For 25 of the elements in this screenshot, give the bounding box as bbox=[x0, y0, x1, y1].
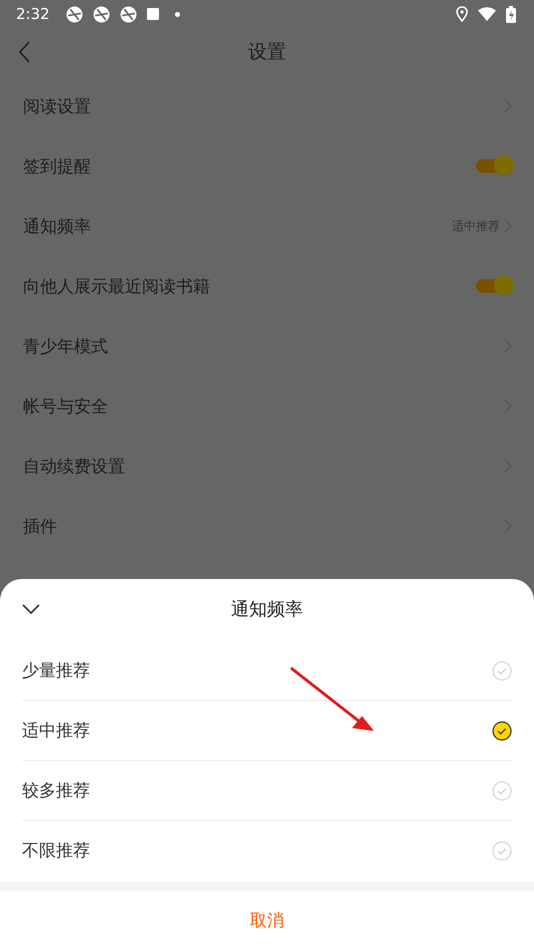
app-icon bbox=[120, 6, 137, 22]
status-time: 2:32 bbox=[16, 5, 50, 23]
option-label: 适中推荐 bbox=[22, 720, 91, 742]
option-label: 较多推荐 bbox=[22, 780, 91, 802]
setting-label: 通知频率 bbox=[23, 216, 92, 238]
option-label: 不限推荐 bbox=[22, 840, 91, 862]
dot-icon bbox=[174, 12, 180, 16]
app-icon bbox=[92, 6, 110, 22]
setting-label: 向他人展示最近阅读书籍 bbox=[23, 276, 211, 298]
setting-label: 阅读设置 bbox=[23, 96, 92, 118]
wifi-icon bbox=[478, 7, 496, 21]
square-icon bbox=[146, 8, 159, 20]
check-circle-icon[interactable] bbox=[492, 720, 512, 740]
setting-label: 青少年模式 bbox=[23, 336, 109, 358]
location-icon bbox=[456, 6, 468, 22]
collapse-icon[interactable] bbox=[22, 604, 40, 614]
battery-icon bbox=[506, 6, 516, 22]
sheet-title: 通知频率 bbox=[231, 598, 303, 621]
setting-label: 自动续费设置 bbox=[23, 456, 126, 478]
page-title: 设置 bbox=[248, 40, 286, 65]
app-icon bbox=[66, 6, 83, 22]
setting-label: 插件 bbox=[23, 516, 58, 538]
option-label: 少量推荐 bbox=[22, 660, 91, 682]
setting-label: 签到提醒 bbox=[23, 156, 92, 178]
setting-label: 帐号与安全 bbox=[23, 396, 109, 418]
